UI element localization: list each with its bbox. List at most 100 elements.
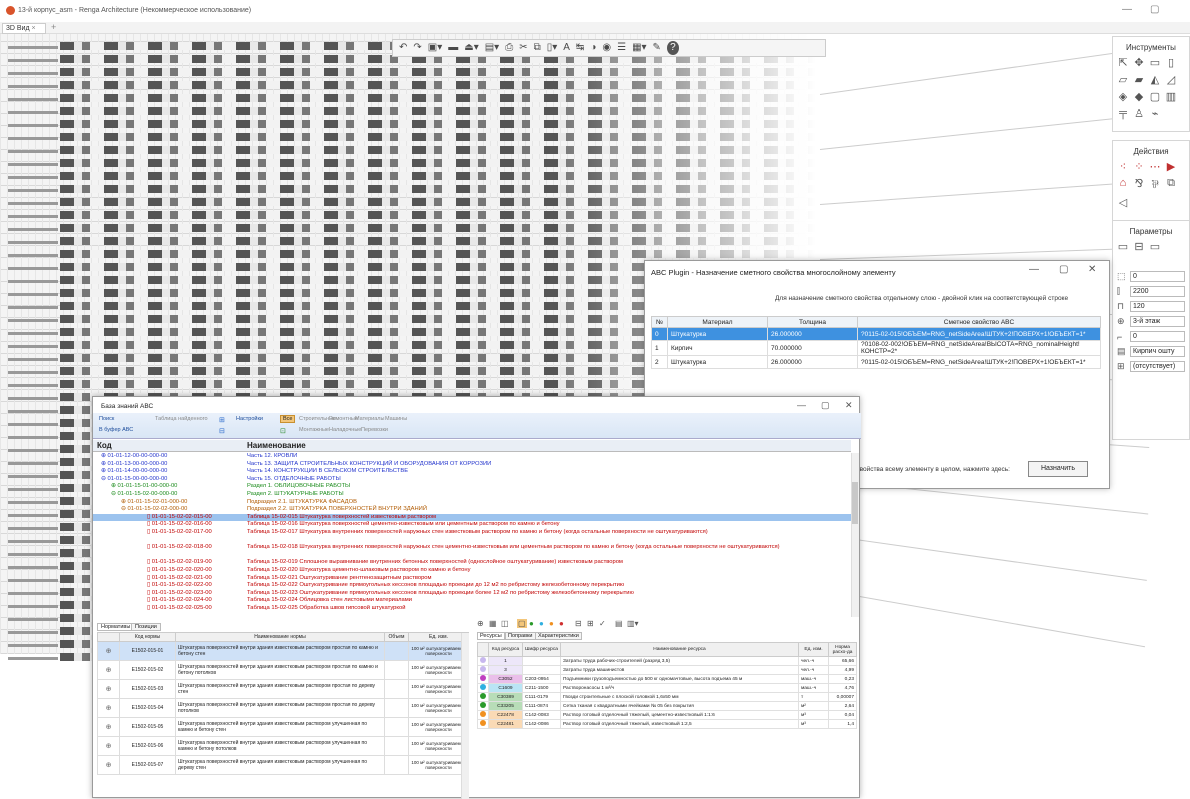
add-tab-button[interactable]: +	[51, 22, 56, 32]
color-filter-blue[interactable]: ●	[539, 619, 544, 628]
tree-row[interactable]: ▯ 01-01-15-02-02-020-00 Таблица 15-02-020…	[93, 567, 851, 575]
check-icon[interactable]: ✓	[599, 619, 606, 628]
opening-tool-icon[interactable]: ▢	[1149, 90, 1161, 103]
roof-tool-icon[interactable]: ◭	[1149, 73, 1161, 86]
tree-row[interactable]: ▯ 01-01-15-02-02-016-00 Таблица 15-02-016…	[93, 521, 851, 529]
filter-all-button[interactable]: Все	[280, 415, 296, 423]
undo-icon[interactable]: ↶	[399, 41, 407, 55]
style-field[interactable]: (отсутствует)	[1130, 361, 1185, 372]
color-filter-red[interactable]: ●	[559, 619, 564, 628]
table-row[interactable]: ⊕ Е1502-015-02 Штукатурка поверхностей вну…	[97, 660, 469, 680]
filter-icon[interactable]: ◫	[501, 619, 509, 628]
copy-action-icon[interactable]: ⅋	[1133, 177, 1145, 192]
filter-repair[interactable]: Ремонтные	[329, 416, 358, 422]
kb-maximize-button[interactable]: ▢	[821, 400, 830, 411]
redo-icon[interactable]: ↷	[413, 41, 421, 55]
tree-scrollbar[interactable]	[851, 453, 859, 617]
tree-row[interactable]: ⊕ 01-01-14-00-00-000-00 Часть 14. КОНСТРУ…	[93, 468, 851, 476]
select-tool-icon[interactable]: ⇱	[1117, 56, 1129, 69]
tab-positions[interactable]: Позиции	[131, 623, 161, 631]
tab-resources[interactable]: Ресурсы	[477, 632, 505, 640]
table-row[interactable]: ⊕ Е1502-015-03 Штукатурка поверхностей вну…	[97, 679, 469, 699]
color-filter-yellow[interactable]: ●	[549, 619, 554, 628]
table-icon[interactable]: ▦▾	[632, 41, 646, 55]
element-tool-icon[interactable]: ♙	[1133, 107, 1145, 120]
column-tool-icon[interactable]: ▯	[1165, 56, 1177, 69]
table-row[interactable]: ⊕ Е1502-015-01 Штукатурка поверхностей вну…	[97, 641, 469, 661]
table-row[interactable]: С22478 С142-0083 Раствор готовый отделочны…	[477, 710, 857, 720]
copy-icon[interactable]: ⧉	[534, 41, 541, 55]
wall-tool-icon[interactable]: ▭	[1149, 56, 1161, 69]
collapse-all-icon[interactable]: ⊟	[575, 619, 582, 628]
tree-row[interactable]: ⊖ 01-01-15-02-00-000-00 Раздел 2. ШТУКАТУ…	[93, 491, 851, 499]
offset-action-icon[interactable]: ⅌	[1149, 177, 1161, 192]
window-tool-icon[interactable]: ◆	[1133, 90, 1145, 103]
tree-row[interactable]: ▯ 01-01-15-02-02-017-00 Таблица 15-02-017…	[93, 529, 851, 537]
more-icon[interactable]: ▥▾	[627, 619, 639, 628]
tab-close-icon[interactable]: ×	[32, 25, 36, 32]
align-center-icon[interactable]: ⊟	[1133, 240, 1145, 253]
visibility-icon[interactable]: ◑	[590, 41, 596, 55]
dialog-close-button[interactable]: ✕	[1088, 264, 1096, 275]
tree-row[interactable]: ⊕ 01-01-13-00-00-000-00 Часть 13. ЗАЩИТА …	[93, 461, 851, 469]
material-field[interactable]: Кирпич ошту	[1130, 346, 1185, 357]
beam-tool-icon[interactable]: ▱	[1117, 73, 1129, 86]
color-filter-green[interactable]: ●	[529, 619, 534, 628]
join-action-icon[interactable]: ⧉	[1165, 177, 1177, 192]
assign-button[interactable]: Назначить	[1028, 461, 1088, 477]
elevation-field[interactable]: 0	[1130, 331, 1185, 342]
settings-button[interactable]: Настройки	[236, 416, 263, 422]
level-field[interactable]: 3-й этаж	[1130, 316, 1185, 327]
maximize-button[interactable]: ▢	[1150, 4, 1159, 15]
text-icon[interactable]: A	[563, 41, 570, 55]
align-left-icon[interactable]: ▭	[1117, 240, 1129, 253]
table-row[interactable]: 0 Штукатурка 26.000000 ?0115-02-015!ОБЪЕМ=R…	[651, 327, 1101, 341]
line-tool-icon[interactable]: ⌁	[1149, 107, 1161, 120]
edit-tool-icon[interactable]: ✥	[1133, 56, 1145, 69]
tree-scrollbar-thumb[interactable]	[852, 482, 858, 524]
align-right-icon[interactable]: ▭	[1149, 240, 1161, 253]
railing-tool-icon[interactable]: ╤	[1117, 107, 1129, 120]
layer-icon[interactable]: ▤▾	[485, 41, 499, 55]
table-row[interactable]: ⊕ Е1502-015-04 Штукатурка поверхностей вну…	[97, 698, 469, 718]
add-icon[interactable]: ⊕	[477, 619, 484, 628]
eye-icon[interactable]: ◉	[602, 41, 611, 55]
view-icon[interactable]: ▣▾	[428, 41, 442, 55]
thickness-field[interactable]: 120	[1130, 301, 1185, 312]
filter-adjustment[interactable]: Наладочные	[329, 427, 361, 433]
tree-row[interactable]: ▯ 01-01-15-02-02-021-00 Таблица 15-02-021…	[93, 575, 851, 583]
door-tool-icon[interactable]: ◈	[1117, 90, 1129, 103]
grid-view-icon[interactable]: ▦	[489, 619, 497, 628]
expand-icon[interactable]: ⊞	[219, 416, 225, 424]
tree-row[interactable]: ⊖ 01-01-15-02-02-000-00 Подраздел 2.2. ШТ…	[93, 506, 851, 514]
norms-scrollbar[interactable]	[461, 633, 469, 799]
tab-corrections[interactable]: Поправки	[505, 632, 536, 640]
filter-machines[interactable]: Машины	[385, 416, 407, 422]
mirror-action-icon[interactable]: ▶	[1165, 160, 1177, 173]
dialog-maximize-button[interactable]: ▢	[1059, 264, 1068, 275]
filter-mounting[interactable]: Монтажные	[299, 427, 329, 433]
tree-row[interactable]	[93, 537, 851, 545]
paste-icon[interactable]: ▯▾	[547, 41, 558, 55]
stair-tool-icon[interactable]: ◿	[1165, 73, 1177, 86]
table-row[interactable]: С22481 С142-0086 Раствор готовый отделочны…	[477, 719, 857, 729]
list-icon[interactable]: ☰	[617, 41, 626, 55]
kb-close-button[interactable]: ✕	[845, 400, 853, 411]
rotate-action-icon[interactable]: ⁘	[1133, 160, 1145, 173]
wrench-icon[interactable]: ✎	[653, 41, 661, 55]
table-row[interactable]: С33205 С111-0874 Сетка тканая с квадратным…	[477, 701, 857, 711]
grid-icon[interactable]: ▬	[448, 41, 458, 55]
offset-field[interactable]: 0	[1130, 271, 1185, 282]
dimension-icon[interactable]: ↹	[576, 41, 584, 55]
table-row[interactable]: 1 Кирпич 70.000000 ?0108-02-002!ОБЪЕМ=RNG_n…	[651, 340, 1101, 356]
expand-all-icon[interactable]: ⊞	[587, 619, 594, 628]
table-row[interactable]: С3052 С203-0954 Подъемники грузоподъемност…	[477, 674, 857, 684]
tree-row[interactable]: ⊕ 01-01-15-01-00-000-00 Раздел 1. ОБЛИЦОВ…	[93, 483, 851, 491]
cut-icon[interactable]: ✂	[519, 41, 527, 55]
tree-row[interactable]: ⊖ 01-01-15-00-00-000-00 Часть 15. ОТДЕЛОЧ…	[93, 476, 851, 484]
filter-materials[interactable]: Материалы	[355, 416, 384, 422]
found-table-button[interactable]: Таблица найденного	[155, 416, 208, 422]
room-tool-icon[interactable]: ▥	[1165, 90, 1177, 103]
refresh-icon[interactable]: ⊡	[280, 427, 286, 435]
table-row[interactable]: ⊕ Е1502-015-06 Штукатурка поверхностей вну…	[97, 736, 469, 756]
